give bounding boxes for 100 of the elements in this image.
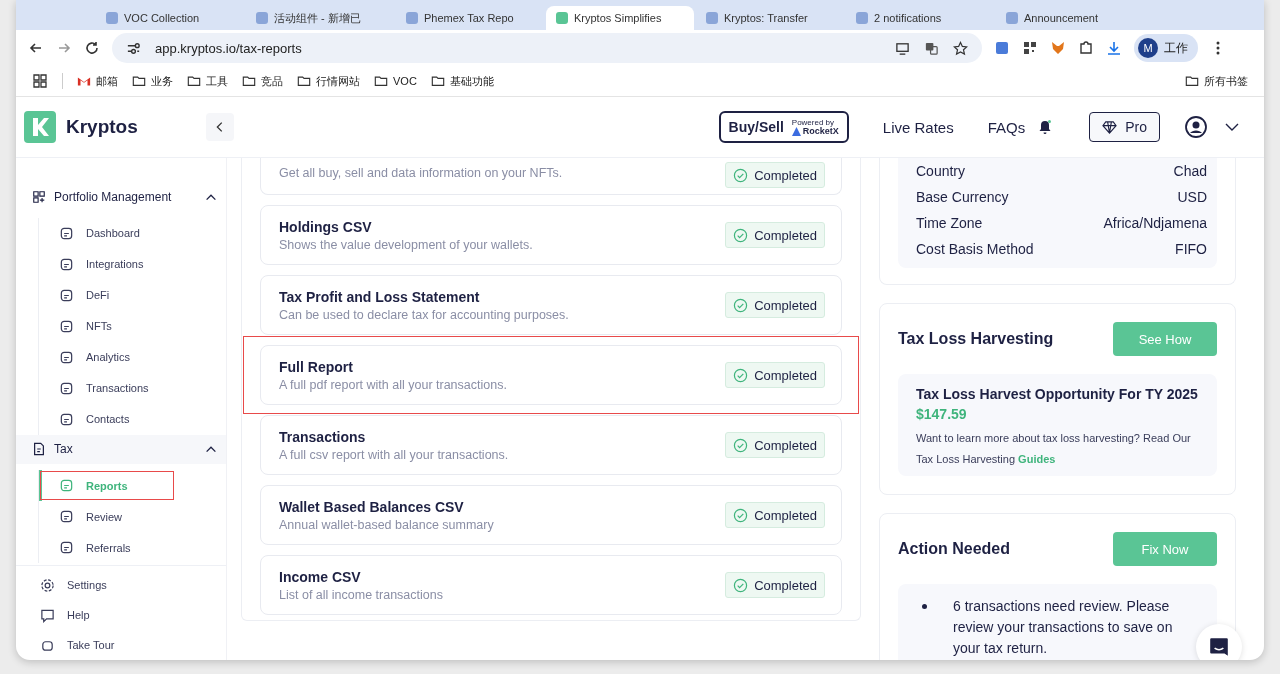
report-description: List of all income transactions [279, 587, 444, 602]
card-title: Tax Loss Harvesting [898, 330, 1054, 348]
header-link[interactable]: Live Rates [882, 118, 954, 136]
report-card[interactable]: Income CSV List of all income transactions Completed [260, 555, 842, 615]
sidebar-item[interactable]: Transactions [39, 372, 226, 404]
page-icon [59, 349, 74, 365]
address-bar[interactable]: app.kryptos.io/tax-reports [112, 33, 982, 63]
brand-name: Kryptos [66, 116, 138, 138]
report-title: Income CSV [279, 568, 362, 585]
browser-tab[interactable]: 活动组件 - 新增已 [246, 6, 394, 30]
page-icon [59, 380, 74, 396]
sidebar-section[interactable]: Tax [16, 434, 226, 464]
setting-value: USD [1177, 189, 1207, 205]
sidebar-item[interactable]: Dashboard [39, 217, 226, 249]
browser-tab[interactable]: Announcement [996, 6, 1144, 30]
report-title: Full Report [279, 358, 354, 375]
sidebar-item[interactable]: Take Tour [16, 630, 226, 660]
page-icon [59, 509, 74, 524]
report-description: Shows the value development of your wallets. [279, 237, 534, 252]
setting-value: Chad [1173, 163, 1207, 179]
bullet-icon [922, 604, 927, 609]
star-icon[interactable] [953, 40, 968, 56]
check-circle-icon [733, 437, 749, 453]
status-badge: Completed [725, 572, 825, 598]
sidebar-item[interactable]: Help [16, 600, 226, 630]
report-title: Tax Profit and Loss Statement [279, 288, 481, 305]
guide-paragraph: Want to learn more about tax loss harvesting? Read Our Tax Loss Harvesting Guides [916, 431, 1192, 467]
page-icon [59, 287, 74, 303]
chat-icon [1208, 636, 1230, 658]
collapse-sidebar-button[interactable] [206, 113, 234, 141]
report-card[interactable]: Get all buy, sell and data information on your NFTs. Completed [260, 158, 842, 195]
report-card[interactable]: Transactions A full csv report with all your transactions. Completed [260, 415, 842, 475]
diamond-icon [1102, 119, 1118, 135]
reload-icon[interactable] [84, 40, 100, 56]
bookmark[interactable]: 竞品 [242, 73, 283, 89]
report-card[interactable]: Tax Profit and Loss Statement Can be used to declare tax for accounting purposes. Completed [260, 275, 842, 335]
bookmark[interactable]: 邮箱 [77, 73, 118, 89]
translate-icon[interactable] [924, 40, 939, 56]
bookmark[interactable]: 业务 [132, 73, 173, 89]
browser-tab[interactable]: Kryptos Simplifies [546, 6, 694, 30]
browser-tab[interactable]: VOC Collection [96, 6, 244, 30]
page-icon [59, 256, 74, 272]
browser-tab[interactable]: Kryptos: Transfer [696, 6, 844, 30]
check-circle-icon [733, 577, 749, 593]
powered-by-label: Powered by [791, 118, 835, 127]
sidebar-item[interactable]: Analytics [39, 341, 226, 373]
bookmark[interactable]: 工具 [187, 73, 228, 89]
opportunity-heading: Tax Loss Harvest Opportunity For TY 2025 [916, 386, 1199, 402]
download-icon[interactable] [1106, 40, 1122, 56]
folder-icon [242, 74, 256, 88]
bookmark[interactable]: 基础功能 [430, 73, 494, 89]
check-circle-icon [733, 167, 749, 183]
bookmark[interactable]: VOC [374, 74, 417, 88]
check-circle-icon [733, 297, 749, 313]
sidebar-item[interactable]: Contacts [39, 403, 226, 435]
fox-icon[interactable] [1050, 40, 1066, 56]
report-card[interactable]: Wallet Based Balances CSV Annual wallet-based balance summary Completed [260, 485, 842, 545]
sidebar-item[interactable]: Referrals [39, 532, 226, 563]
install-app-icon[interactable] [895, 40, 910, 56]
check-circle-icon [733, 227, 749, 243]
sidebar-section[interactable]: Portfolio Management [16, 182, 226, 212]
document-icon [32, 442, 46, 457]
buy-sell-label: Buy/Sell [728, 119, 784, 135]
all-bookmarks[interactable]: 所有书签 [1185, 73, 1248, 89]
user-avatar-icon[interactable] [1184, 115, 1208, 139]
report-card[interactable]: Full Report A full pdf report with all your transactions. Completed [260, 345, 842, 405]
setting-label: Country [916, 163, 966, 179]
pro-button[interactable]: Pro [1089, 112, 1160, 142]
folder-icon [297, 74, 311, 88]
check-circle-icon [733, 507, 749, 523]
status-badge: Completed [725, 162, 825, 188]
browser-tab[interactable]: 2 notifications [846, 6, 994, 30]
apps-icon[interactable] [32, 73, 48, 89]
sidebar-item[interactable]: Review [39, 501, 226, 532]
page-icon [59, 411, 74, 427]
profile-button[interactable]: M 工作 [1134, 34, 1198, 62]
folder-icon [430, 74, 445, 88]
report-card[interactable]: Holdings CSV Shows the value development of your wallets. Completed [260, 205, 842, 265]
sidebar-item[interactable]: Settings [16, 570, 226, 600]
sidebar-item[interactable]: NFTs [39, 310, 226, 342]
report-description: Get all buy, sell and data information on your NFTs. [279, 166, 564, 180]
chat-button[interactable] [1196, 624, 1242, 660]
setting-label: Base Currency [916, 189, 1009, 205]
card-title: Action Needed [898, 540, 1010, 558]
sidebar-item[interactable]: DeFi [39, 279, 226, 311]
browser-tab[interactable]: Phemex Tax Repo [396, 6, 544, 30]
folder-icon [374, 74, 388, 88]
check-circle-icon [733, 367, 749, 383]
site-settings-icon[interactable] [126, 40, 141, 56]
extension-icon[interactable] [994, 40, 1010, 56]
status-badge: Completed [725, 362, 825, 388]
bookmark[interactable]: 行情网站 [297, 73, 360, 89]
setting-label: Cost Basis Method [916, 241, 1034, 257]
bell-icon[interactable] [1037, 119, 1054, 135]
report-title: Wallet Based Balances CSV [279, 498, 465, 515]
status-badge: Completed [725, 432, 825, 458]
setting-value: Africa/Ndjamena [1103, 215, 1207, 231]
header-link[interactable]: FAQs [987, 118, 1026, 136]
sidebar-item[interactable]: Integrations [39, 248, 226, 280]
qr-code-icon[interactable] [1022, 40, 1038, 56]
